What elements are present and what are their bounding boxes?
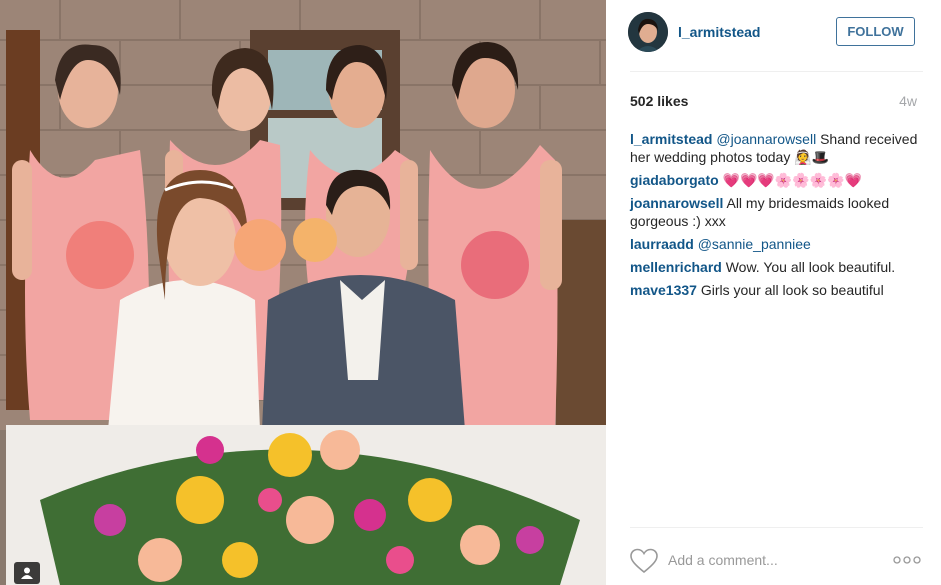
- likes-count[interactable]: 502 likes: [630, 93, 688, 109]
- post-username[interactable]: l_armitstead: [678, 24, 760, 40]
- wedding-photo-illustration: [0, 0, 606, 585]
- comment-username[interactable]: laurraadd: [630, 236, 694, 252]
- list-item: laurraadd @sannie_panniee: [630, 235, 920, 253]
- post-timestamp: 4w: [899, 93, 917, 109]
- comment-username[interactable]: l_armitstead: [630, 131, 712, 147]
- list-item: l_armitstead @joannarowsell Shand receiv…: [630, 130, 920, 166]
- list-item: mellenrichard Wow. You all look beautifu…: [630, 258, 920, 276]
- comment-mention[interactable]: @sannie_panniee: [698, 236, 811, 252]
- avatar[interactable]: [628, 12, 668, 52]
- comment-username[interactable]: giadaborgato: [630, 172, 719, 188]
- comment-username[interactable]: mellenrichard: [630, 259, 722, 275]
- user-tag-icon[interactable]: [14, 562, 40, 584]
- list-item: giadaborgato 💗💗💗🌸🌸🌸🌸💗: [630, 171, 920, 189]
- heart-icon[interactable]: [630, 548, 658, 574]
- comment-username[interactable]: mave1337: [630, 282, 697, 298]
- comment-text: 💗💗💗🌸🌸🌸🌸💗: [722, 172, 863, 188]
- post-header: l_armitstead FOLLOW: [628, 12, 928, 54]
- comment-footer: [630, 545, 925, 575]
- comment-mention[interactable]: @joannarowsell: [716, 131, 816, 147]
- list-item: joannarowsell All my bridesmaids looked …: [630, 194, 920, 230]
- comment-text: Girls your all look so beautiful: [700, 282, 884, 298]
- comment-input[interactable]: [668, 550, 878, 570]
- list-item: mave1337 Girls your all look so beautifu…: [630, 281, 920, 299]
- comment-list: l_armitstead @joannarowsell Shand receiv…: [630, 130, 920, 304]
- post-details-panel: l_armitstead FOLLOW 502 likes 4w l_armit…: [606, 0, 941, 585]
- more-options-icon[interactable]: [892, 553, 922, 567]
- comment-text: Wow. You all look beautiful.: [725, 259, 896, 275]
- footer-divider: [630, 527, 923, 528]
- comment-username[interactable]: joannarowsell: [630, 195, 723, 211]
- follow-button[interactable]: FOLLOW: [836, 17, 915, 46]
- post-photo[interactable]: [0, 0, 606, 585]
- header-divider: [630, 71, 923, 72]
